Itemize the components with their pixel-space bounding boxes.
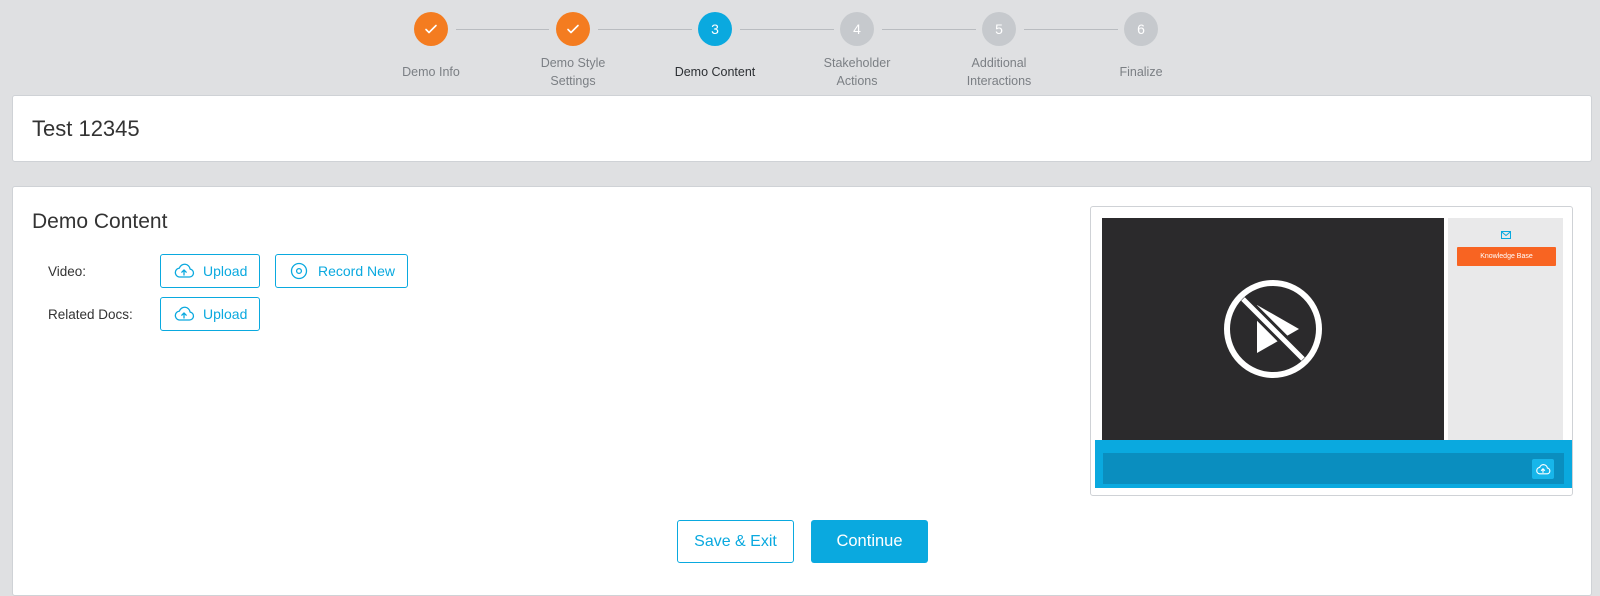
step-number-badge: 3 xyxy=(698,12,732,46)
step-label: Finalize xyxy=(1119,65,1163,79)
cloud-upload-icon xyxy=(174,306,195,321)
step-circle-done xyxy=(414,12,448,46)
knowledge-base-button[interactable]: Knowledge Base xyxy=(1457,247,1556,266)
step-stakeholder-actions[interactable]: 4 Stakeholder Actions xyxy=(787,12,927,90)
step-additional-interactions[interactable]: 5 Additional Interactions xyxy=(929,12,1069,90)
step-label: Stakeholder Actions xyxy=(823,56,891,88)
step-circle-done xyxy=(556,12,590,46)
step-demo-content[interactable]: 3 Demo Content xyxy=(645,12,785,81)
demo-title-card: Test 12345 xyxy=(12,95,1592,162)
step-label: Demo Content xyxy=(674,65,756,79)
check-icon xyxy=(425,24,437,34)
save-exit-button[interactable]: Save & Exit xyxy=(677,520,794,563)
docs-upload-label: Upload xyxy=(203,306,248,322)
step-label: Additional Interactions xyxy=(966,56,1032,88)
record-new-label: Record New xyxy=(318,263,396,279)
section-title: Demo Content xyxy=(32,210,168,233)
no-video-icon xyxy=(1224,280,1322,378)
video-upload-button[interactable]: Upload xyxy=(160,254,261,288)
video-upload-label: Upload xyxy=(203,263,248,279)
step-demo-info[interactable]: Demo Info xyxy=(361,12,501,81)
step-number-badge: 4 xyxy=(840,12,874,46)
cloud-upload-icon xyxy=(174,263,195,278)
record-icon xyxy=(290,262,308,280)
step-label: Demo Info xyxy=(402,65,460,79)
video-label: Video: xyxy=(48,264,87,279)
preview-bottom-bar xyxy=(1095,440,1572,488)
preview-upload-button[interactable] xyxy=(1532,459,1554,479)
mail-icon xyxy=(1501,231,1511,239)
check-icon xyxy=(567,24,579,34)
demo-preview: Knowledge Base xyxy=(1090,206,1573,496)
docs-upload-button[interactable]: Upload xyxy=(160,297,261,331)
preview-side-panel: Knowledge Base xyxy=(1448,218,1563,440)
demo-title: Test 12345 xyxy=(32,116,140,141)
cloud-upload-icon xyxy=(1536,463,1551,474)
demo-content-card: Demo Content Video: Upload Record New Re… xyxy=(12,186,1592,596)
record-new-button[interactable]: Record New xyxy=(275,254,409,288)
step-number-badge: 6 xyxy=(1124,12,1158,46)
step-finalize[interactable]: 6 Finalize xyxy=(1071,12,1211,81)
progress-stepper: Demo Info Demo Style Settings 3 Demo Con… xyxy=(0,0,1600,95)
video-placeholder[interactable] xyxy=(1102,218,1444,440)
preview-input-bar xyxy=(1103,453,1564,484)
related-docs-label: Related Docs: xyxy=(48,307,133,322)
step-label: Demo Style Settings xyxy=(540,56,606,88)
step-number-badge: 5 xyxy=(982,12,1016,46)
continue-button[interactable]: Continue xyxy=(811,520,928,563)
step-demo-style-settings[interactable]: Demo Style Settings xyxy=(503,12,643,90)
